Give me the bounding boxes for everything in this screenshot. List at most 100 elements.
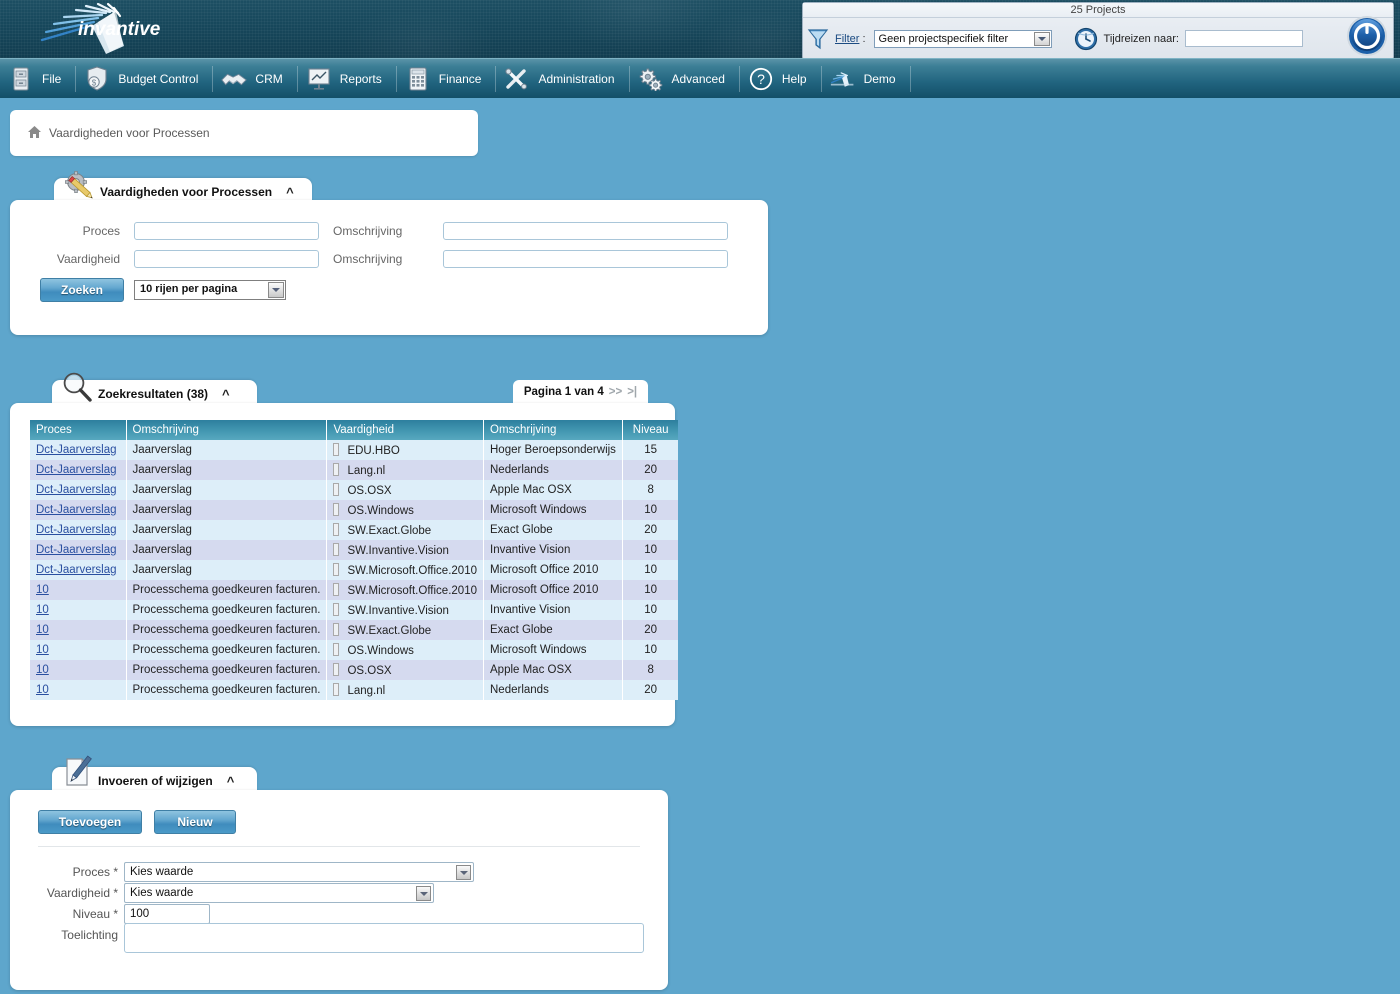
toelichting-textarea[interactable] xyxy=(124,923,644,953)
niveau-input[interactable]: 100 xyxy=(124,904,210,924)
proces-search-input[interactable] xyxy=(134,222,319,240)
project-filter-select[interactable]: Geen projectspecifiek filter xyxy=(874,30,1052,48)
vaardigheid-dropdown-value: Kies waarde xyxy=(130,887,193,899)
menu-item-budget-control[interactable]: $ Budget Control xyxy=(76,59,212,99)
proces-link[interactable]: Dct-Jaarverslag xyxy=(36,564,117,576)
vaardigheid-text: OS.OSX xyxy=(347,665,391,677)
cell-proces: Dct-Jaarverslag xyxy=(30,520,126,540)
menu-item-advanced[interactable]: Advanced xyxy=(630,59,739,99)
rows-per-page-value: 10 rijen per pagina xyxy=(140,283,237,295)
table-row: Dct-JaarverslagJaarverslagOS.OSXApple Ma… xyxy=(30,480,678,500)
svg-text:invantive: invantive xyxy=(78,19,161,40)
chevron-down-icon[interactable] xyxy=(416,886,431,901)
vaardigheid-text: Lang.nl xyxy=(347,465,385,477)
chevron-up-icon[interactable]: ^ xyxy=(227,774,235,789)
proces-link[interactable]: Dct-Jaarverslag xyxy=(36,504,117,516)
label-omschrijving-2: Omschrijving xyxy=(333,252,453,266)
table-row: Dct-JaarverslagJaarverslagEDU.HBOHoger B… xyxy=(30,440,678,460)
proces-dropdown-value: Kies waarde xyxy=(130,866,193,878)
vaardigheid-search-input[interactable] xyxy=(134,250,319,268)
vaardigheid-text: OS.OSX xyxy=(347,485,391,497)
proces-link[interactable]: Dct-Jaarverslag xyxy=(36,524,117,536)
home-icon[interactable] xyxy=(28,126,41,141)
label-omschrijving-1: Omschrijving xyxy=(333,224,453,238)
cell-vaardigheid-omschrijving: Microsoft Office 2010 xyxy=(484,560,623,580)
chevron-up-icon[interactable]: ^ xyxy=(222,387,230,402)
cell-proces: Dct-Jaarverslag xyxy=(30,560,126,580)
proces-dropdown[interactable]: Kies waarde xyxy=(124,862,474,882)
column-header-vaardigheid[interactable]: Vaardigheid xyxy=(327,420,484,440)
pagination-next-button[interactable]: >> xyxy=(609,386,622,398)
omschrijving-1-search-input[interactable] xyxy=(443,222,728,240)
vaardigheid-text: Lang.nl xyxy=(347,685,385,697)
proces-link[interactable]: 10 xyxy=(36,644,49,656)
chevron-down-icon[interactable] xyxy=(456,865,471,880)
chevron-down-icon[interactable] xyxy=(268,282,284,298)
menu-item-demo[interactable]: Demo xyxy=(822,59,910,99)
rows-per-page-select[interactable]: 10 rijen per pagina xyxy=(134,280,286,300)
add-button[interactable]: Toevoegen xyxy=(38,810,142,834)
cell-omschrijving: Jaarverslag xyxy=(126,440,327,460)
cell-niveau: 20 xyxy=(622,460,678,480)
row-marker-icon xyxy=(333,503,339,516)
search-button[interactable]: Zoeken xyxy=(40,278,124,302)
proces-link[interactable]: Dct-Jaarverslag xyxy=(36,484,117,496)
row-marker-icon xyxy=(333,663,339,676)
cell-proces: 10 xyxy=(30,600,126,620)
proces-link[interactable]: Dct-Jaarverslag xyxy=(36,444,117,456)
cell-niveau: 8 xyxy=(622,660,678,680)
vaardigheid-dropdown[interactable]: Kies waarde xyxy=(124,883,434,903)
project-filter-value: Geen projectspecifiek filter xyxy=(879,33,1009,45)
invantive-small-icon xyxy=(830,65,856,93)
cell-omschrijving: Processchema goedkeuren facturen. xyxy=(126,580,327,600)
cell-niveau: 10 xyxy=(622,540,678,560)
chevron-up-icon[interactable]: ^ xyxy=(286,185,294,200)
menu-label-help: Help xyxy=(782,72,821,86)
menu-item-administration[interactable]: Administration xyxy=(496,59,628,99)
menu-item-finance[interactable]: Finance xyxy=(397,59,496,99)
breadcrumb: Vaardigheden voor Processen xyxy=(10,110,478,156)
menu-item-reports[interactable]: Reports xyxy=(298,59,396,99)
menu-item-crm[interactable]: CRM xyxy=(213,59,296,99)
svg-text:?: ? xyxy=(757,71,765,87)
pagination-text: Pagina 1 van 4 xyxy=(524,386,604,398)
proces-link[interactable]: 10 xyxy=(36,684,49,696)
cell-proces: Dct-Jaarverslag xyxy=(30,440,126,460)
cell-proces: 10 xyxy=(30,620,126,640)
cell-niveau: 8 xyxy=(622,480,678,500)
column-header-niveau[interactable]: Niveau xyxy=(622,420,678,440)
proces-link[interactable]: 10 xyxy=(36,624,49,636)
power-button-icon[interactable] xyxy=(1346,15,1388,57)
pagination-last-button[interactable]: >| xyxy=(627,386,637,398)
label-proces: Proces xyxy=(10,224,120,238)
cell-vaardigheid-omschrijving: Exact Globe xyxy=(484,620,623,640)
proces-link[interactable]: 10 xyxy=(36,664,49,676)
proces-link[interactable]: Dct-Jaarverslag xyxy=(36,544,117,556)
cell-omschrijving: Processchema goedkeuren facturen. xyxy=(126,660,327,680)
cell-niveau: 20 xyxy=(622,520,678,540)
table-row: 10 Processchema goedkeuren facturen.SW.In… xyxy=(30,600,678,620)
menu-item-help[interactable]: ? Help xyxy=(740,59,821,99)
cell-niveau: 15 xyxy=(622,440,678,460)
omschrijving-2-search-input[interactable] xyxy=(443,250,728,268)
menu-item-file[interactable]: File xyxy=(0,59,75,99)
cell-omschrijving: Processchema goedkeuren facturen. xyxy=(126,600,327,620)
proces-link[interactable]: 10 xyxy=(36,604,49,616)
timetravel-input[interactable] xyxy=(1185,30,1303,47)
proces-link[interactable]: Dct-Jaarverslag xyxy=(36,464,117,476)
column-header-omschrijving-2[interactable]: Omschrijving xyxy=(484,420,623,440)
search-panel-tab-title: Vaardigheden voor Processen xyxy=(100,185,272,199)
new-button[interactable]: Nieuw xyxy=(154,810,236,834)
table-row: Dct-JaarverslagJaarverslagSW.Exact.Globe… xyxy=(30,520,678,540)
proces-link[interactable]: 10 xyxy=(36,584,49,596)
column-header-proces[interactable]: Proces xyxy=(30,420,126,440)
table-row: Dct-JaarverslagJaarverslagSW.Microsoft.O… xyxy=(30,560,678,580)
cell-vaardigheid: SW.Microsoft.Office.2010 xyxy=(327,580,484,600)
chevron-down-icon[interactable] xyxy=(1034,32,1050,46)
cell-vaardigheid: SW.Invantive.Vision xyxy=(327,600,484,620)
vaardigheid-text: SW.Exact.Globe xyxy=(347,525,431,537)
filter-link[interactable]: Filter xyxy=(835,33,859,45)
table-row: 10 Processchema goedkeuren facturen. OS.OS… xyxy=(30,660,678,680)
column-header-omschrijving[interactable]: Omschrijving xyxy=(126,420,327,440)
row-marker-icon xyxy=(333,483,339,496)
